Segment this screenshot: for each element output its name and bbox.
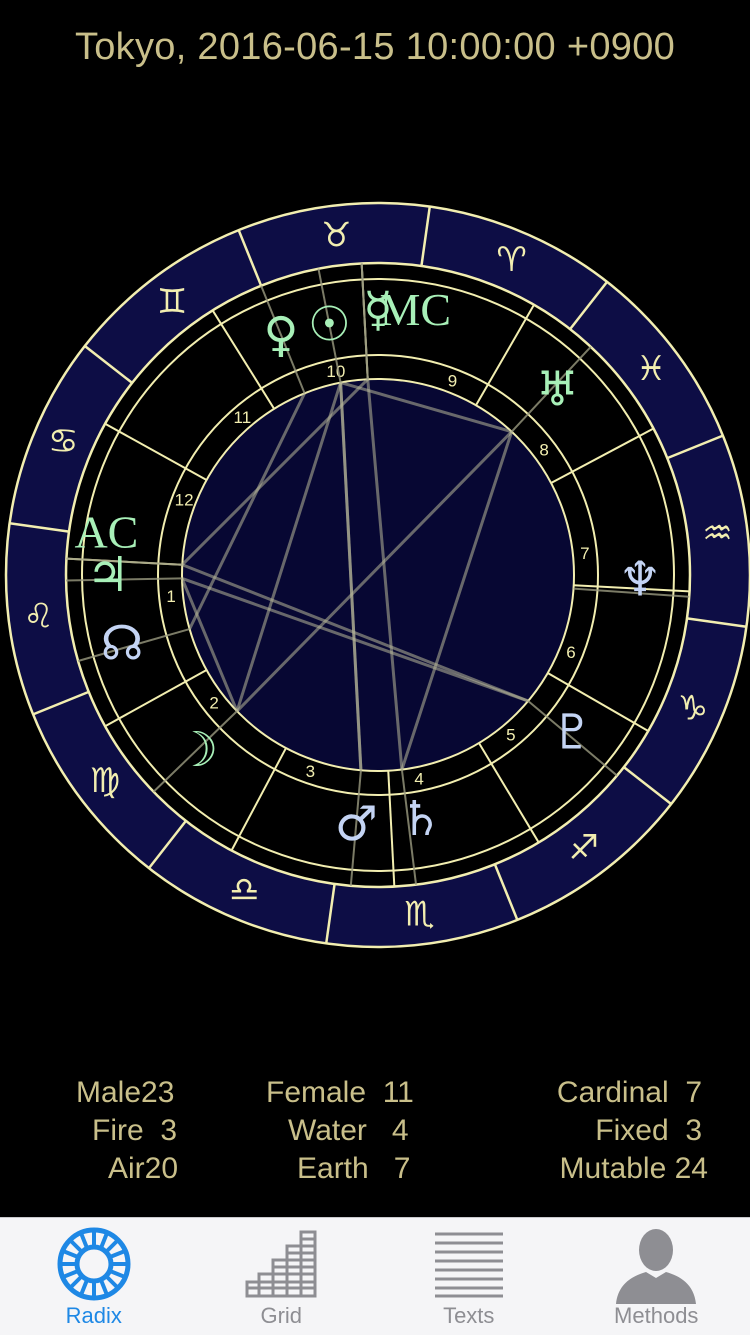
house-number: 10	[326, 362, 345, 381]
capricorn-sign-glyph: ♑	[678, 689, 708, 729]
venus-glyph[interactable]: ♀	[263, 307, 298, 363]
sun-glyph[interactable]: ☉	[308, 297, 351, 353]
water-label: Water	[288, 1114, 367, 1147]
male-stat: Male23	[76, 1074, 178, 1112]
female-label: Female	[266, 1076, 366, 1109]
uranus-glyph[interactable]: ♅	[536, 361, 579, 417]
radix-chart[interactable]: ♈♉♊♋♌♍♎♏♐♑♒♓ 123456789101112 ♀☉☿MC♅♆♇♄♂☽…	[0, 190, 750, 960]
tab-texts[interactable]: Texts	[375, 1218, 563, 1335]
earth-label: Earth	[297, 1152, 369, 1185]
female-stat: Female 11	[266, 1074, 414, 1112]
neptune-glyph[interactable]: ♆	[618, 552, 661, 608]
cancer-sign-glyph: ♋	[48, 421, 78, 461]
tab-radix[interactable]: Radix	[0, 1218, 188, 1335]
fixed-value: 3	[685, 1112, 702, 1150]
fire-stat: Fire 3	[76, 1112, 178, 1150]
libra-sign-glyph: ♎	[229, 870, 259, 910]
house-number: 1	[166, 587, 175, 606]
tab-methods-label: Methods	[563, 1303, 750, 1329]
sagittarius-sign-glyph: ♐	[569, 828, 599, 868]
modality-stats: Cardinal 7 Fixed 3 Mutable 24	[557, 1074, 702, 1188]
fire-value: 3	[160, 1112, 177, 1150]
earth-value: 7	[394, 1150, 411, 1188]
house-number: 6	[566, 643, 575, 662]
moon-glyph[interactable]: ☽	[175, 722, 218, 778]
chart-title: Tokyo, 2016-06-15 10:00:00 +0900	[0, 26, 750, 69]
fixed-label: Fixed	[595, 1114, 668, 1147]
radix-wheel-icon	[56, 1226, 132, 1302]
tab-methods[interactable]: Methods	[563, 1218, 750, 1335]
tab-grid[interactable]: Grid	[188, 1218, 376, 1335]
water-value: 4	[392, 1112, 409, 1150]
cardinal-label: Cardinal	[557, 1076, 669, 1109]
mutable-value: 24	[675, 1150, 708, 1188]
tab-grid-label: Grid	[188, 1303, 376, 1329]
house-number: 9	[448, 371, 457, 390]
aquarius-sign-glyph: ♒	[702, 513, 732, 553]
text-lines-icon	[431, 1226, 507, 1302]
inner-disc	[182, 379, 574, 771]
aries-sign-glyph: ♈	[496, 240, 526, 280]
male-label: Male	[76, 1076, 141, 1109]
house-number: 7	[580, 544, 589, 563]
mutable-label: Mutable	[560, 1152, 667, 1185]
male-value: 23	[141, 1074, 174, 1112]
virgo-sign-glyph: ♍	[90, 761, 120, 801]
tab-bar: Radix Grid Texts	[0, 1217, 750, 1335]
air-value: 20	[145, 1150, 178, 1188]
ac-glyph[interactable]: AC	[74, 506, 138, 557]
cardinal-stat: Cardinal 7	[557, 1074, 702, 1112]
tab-texts-label: Texts	[375, 1303, 563, 1329]
fixed-stat: Fixed 3	[557, 1112, 702, 1150]
node-glyph[interactable]: ☊	[101, 616, 144, 672]
grid-steps-icon	[243, 1226, 319, 1302]
house-number: 12	[175, 490, 194, 509]
house-number: 5	[506, 726, 515, 745]
saturn-glyph[interactable]: ♄	[400, 791, 443, 847]
mars-glyph[interactable]: ♂	[335, 796, 378, 852]
house-number: 11	[234, 408, 252, 427]
air-label: Air	[108, 1152, 145, 1185]
house-number: 8	[539, 440, 548, 459]
mutable-stat: Mutable 24	[557, 1150, 708, 1188]
pluto-glyph[interactable]: ♇	[551, 704, 594, 760]
cardinal-value: 7	[685, 1074, 702, 1112]
water-stat: Water 4	[266, 1112, 414, 1150]
pisces-sign-glyph: ♓	[636, 349, 666, 389]
female-value: 11	[383, 1074, 414, 1112]
tab-radix-label: Radix	[0, 1303, 188, 1329]
mc-glyph[interactable]: MC	[380, 284, 452, 335]
house-number: 3	[306, 762, 315, 781]
air-stat: Air20	[76, 1150, 178, 1188]
leo-sign-glyph: ♌	[23, 597, 53, 637]
gemini-sign-glyph: ♊	[157, 282, 187, 322]
element-stats: Female 11 Water 4 Earth 7	[266, 1074, 414, 1188]
scorpio-sign-glyph: ♏	[404, 894, 434, 934]
polarity-stats: Male23 Fire 3 Air20	[76, 1074, 178, 1188]
house-number: 2	[209, 694, 218, 713]
earth-stat: Earth 7	[266, 1150, 414, 1188]
fire-label: Fire	[92, 1114, 144, 1147]
house-number: 4	[414, 769, 423, 788]
person-silhouette-icon	[614, 1226, 698, 1304]
taurus-sign-glyph: ♉	[321, 216, 351, 256]
